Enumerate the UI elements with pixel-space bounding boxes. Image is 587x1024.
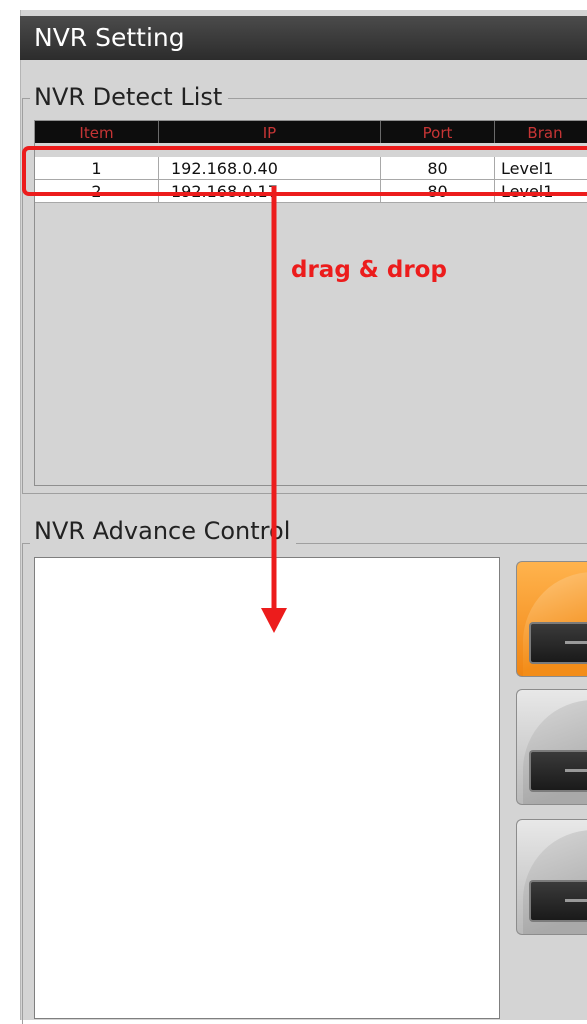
drag-arrow-icon	[261, 186, 287, 633]
